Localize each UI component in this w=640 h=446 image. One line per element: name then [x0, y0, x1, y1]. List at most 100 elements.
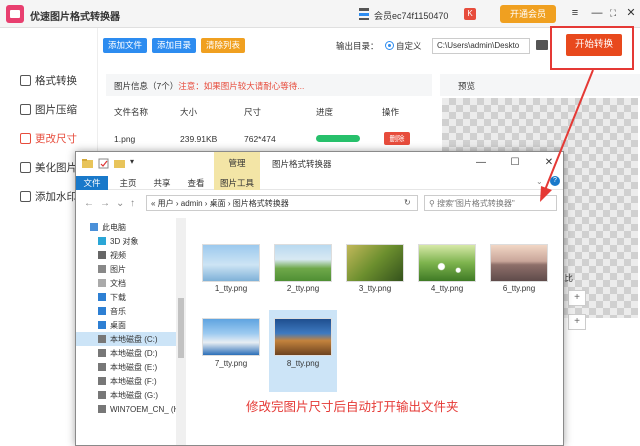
output-path-input[interactable]: C:\Users\admin\Deskto [432, 38, 530, 54]
3d-objects-icon [98, 237, 106, 245]
ribbon-expand-icon[interactable]: ⌄ [536, 177, 543, 186]
tab-file[interactable]: 文件 [76, 176, 108, 190]
column-header-action: 操作 [382, 107, 400, 117]
info-title: 图片信息（7个） [114, 81, 179, 91]
explorer-titlebar: ▾ 管理 图片格式转换器 — ☐ ✕ [76, 152, 563, 176]
forward-icon[interactable]: → [100, 198, 110, 209]
convert-icon [20, 74, 31, 86]
sidebar-item-resize[interactable]: 更改尺寸 [0, 126, 98, 150]
address-bar[interactable]: « 用户 › admin › 桌面 › 图片格式转换器 [146, 195, 418, 211]
thumbnail-6[interactable] [490, 244, 548, 282]
nav-downloads[interactable]: 下载 [76, 290, 186, 304]
clear-list-button[interactable]: 清除列表 [201, 38, 245, 53]
drive-icon [98, 363, 106, 371]
nav-drive-d[interactable]: 本地磁盘 (D:) [76, 346, 186, 360]
new-folder-icon[interactable] [114, 158, 125, 169]
video-icon [98, 251, 106, 259]
thumbnail-2[interactable] [274, 244, 332, 282]
preview-title: 预览 [458, 81, 476, 91]
member-icon [359, 8, 369, 20]
file-name-6: 6_tty.png [502, 284, 536, 293]
highlight-box [550, 26, 634, 70]
recent-dropdown-icon[interactable]: ⌄ [116, 198, 124, 209]
compress-icon [20, 103, 31, 115]
manage-tab[interactable]: 管理 [214, 152, 260, 176]
quick-access-dropdown-icon[interactable]: ▾ [130, 157, 134, 166]
nav-this-pc[interactable]: 此电脑 [76, 220, 186, 234]
nav-drive-f[interactable]: 本地磁盘 (F:) [76, 374, 186, 388]
nav-drive-h[interactable]: WIN7OEM_CN_ (H [76, 402, 186, 416]
tab-picture-tools[interactable]: 图片工具 [214, 176, 260, 190]
nav-desktop[interactable]: 桌面 [76, 318, 186, 332]
sidebar-item-label: 美化图片 [35, 161, 77, 174]
thumbnail-1[interactable] [202, 244, 260, 282]
delete-button[interactable]: 删除 [384, 132, 410, 145]
nav-documents[interactable]: 文档 [76, 276, 186, 290]
nav-label: 桌面 [110, 320, 126, 330]
tab-share[interactable]: 共享 [148, 176, 176, 190]
close-icon[interactable]: ✕ [624, 6, 638, 20]
add-directory-button[interactable]: 添加目录 [152, 38, 196, 53]
stepper-plus-button[interactable]: + [568, 314, 586, 330]
nav-label: 本地磁盘 (E:) [110, 362, 158, 372]
tab-view[interactable]: 查看 [182, 176, 210, 190]
file-name-1: 1_tty.png [214, 284, 248, 293]
pictures-icon [98, 265, 106, 273]
up-icon[interactable]: ↑ [130, 198, 135, 209]
sidebar-item-label: 更改尺寸 [35, 132, 77, 145]
folder-icon [82, 159, 93, 168]
help-icon[interactable]: ? [550, 176, 560, 186]
explorer-maximize-icon[interactable]: ☐ [508, 157, 522, 169]
explorer-minimize-icon[interactable]: — [474, 157, 488, 169]
stepper-plus-button[interactable]: + [568, 290, 586, 306]
menu-icon[interactable]: ≡ [568, 6, 582, 20]
nav-3d-objects[interactable]: 3D 对象 [76, 234, 186, 248]
search-icon: ⚲ [429, 199, 438, 208]
explorer-close-icon[interactable]: ✕ [542, 157, 556, 169]
thumbnail-7[interactable] [202, 318, 260, 356]
nav-scrollbar[interactable] [176, 218, 186, 445]
navigation-pane: 此电脑 3D 对象 视频 图片 文档 下载 音乐 桌面 本地磁盘 (C:) 本地… [76, 216, 186, 445]
file-name-2: 2_tty.png [286, 284, 320, 293]
music-icon [98, 307, 106, 315]
nav-music[interactable]: 音乐 [76, 304, 186, 318]
thumbnail-8[interactable] [274, 318, 332, 356]
file-name-3: 3_tty.png [358, 284, 392, 293]
member-id[interactable]: 会员ec74f1150470 [374, 9, 448, 22]
drive-icon [98, 335, 106, 343]
sidebar-item-label: 格式转换 [35, 74, 77, 87]
k-badge-icon: K [464, 8, 476, 20]
vip-button[interactable]: 开通会员 [500, 5, 556, 23]
output-dir-label: 输出目录： [336, 41, 379, 51]
search-placeholder: 搜索"图片格式转换器" [437, 199, 515, 208]
properties-icon[interactable] [98, 158, 109, 169]
nav-drive-e[interactable]: 本地磁盘 (E:) [76, 360, 186, 374]
nav-drive-g[interactable]: 本地磁盘 (G:) [76, 388, 186, 402]
sidebar-item-format-convert[interactable]: 格式转换 [0, 68, 98, 92]
nav-label: 音乐 [110, 306, 126, 316]
maximize-icon[interactable]: ⛶ [606, 6, 620, 20]
thumbnail-4[interactable] [418, 244, 476, 282]
minimize-icon[interactable]: — [590, 6, 604, 20]
explorer-ribbon: 文件 主页 共享 查看 图片工具 ⌄ ? [76, 176, 563, 190]
preview-header: 预览 [440, 74, 640, 96]
explorer-title: 图片格式转换器 [272, 159, 332, 169]
nav-videos[interactable]: 视频 [76, 248, 186, 262]
refresh-icon[interactable]: ↻ [404, 198, 411, 207]
tab-home[interactable]: 主页 [114, 176, 142, 190]
app-title: 优速图片格式转换器 [30, 12, 120, 23]
search-input[interactable]: ⚲ 搜索"图片格式转换器" [424, 195, 557, 211]
watermark-icon [20, 190, 31, 202]
file-name-7: 7_tty.png [214, 359, 248, 368]
nav-label: 文档 [110, 278, 126, 288]
info-warning: 注意：如果图片较大请耐心等待... [178, 81, 305, 91]
back-icon[interactable]: ← [84, 198, 94, 209]
folder-icon[interactable] [536, 40, 548, 50]
drive-icon [98, 391, 106, 399]
thumbnail-3[interactable] [346, 244, 404, 282]
sidebar-item-compress[interactable]: 图片压缩 [0, 97, 98, 121]
nav-drive-c[interactable]: 本地磁盘 (C:) [76, 332, 186, 346]
nav-pictures[interactable]: 图片 [76, 262, 186, 276]
add-file-button[interactable]: 添加文件 [103, 38, 147, 53]
custom-radio[interactable] [385, 41, 394, 50]
